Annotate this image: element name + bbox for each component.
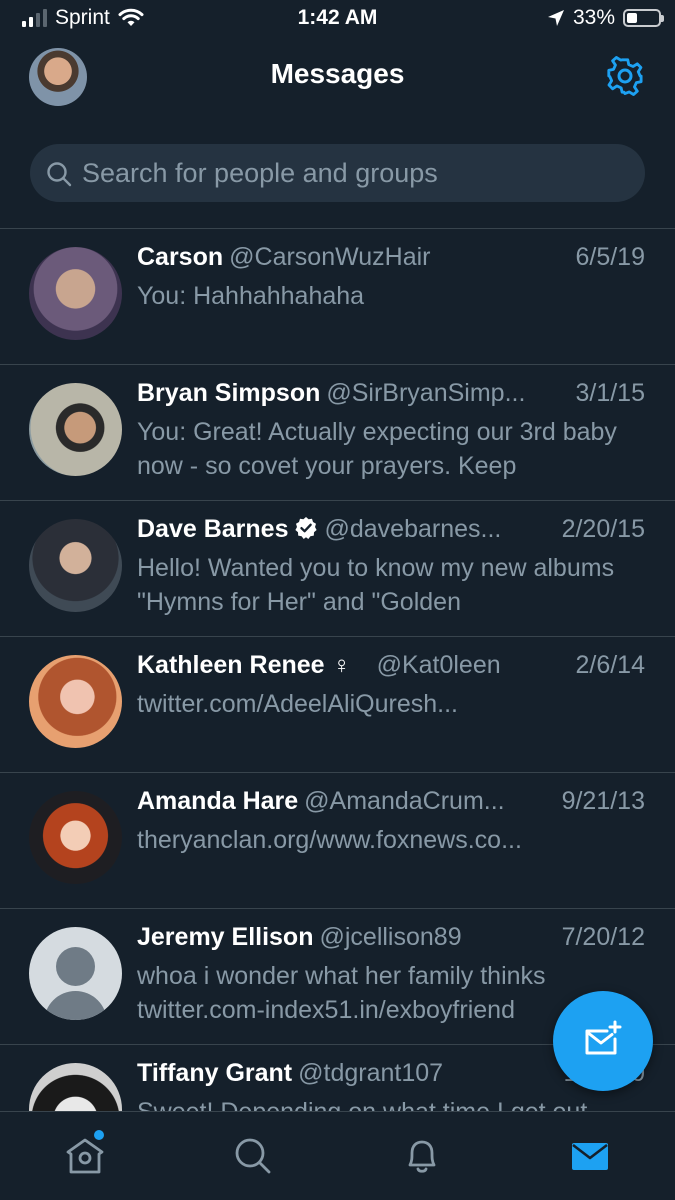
contact-handle: @SirBryanSimp...: [326, 379, 526, 407]
settings-button[interactable]: [605, 56, 645, 96]
conversation-row[interactable]: Bryan Simpson @SirBryanSimp... 3/1/15 You…: [0, 365, 675, 501]
search-input[interactable]: [82, 144, 622, 202]
contact-name: Dave Barnes: [137, 515, 289, 543]
message-date: 2/20/15: [551, 515, 645, 544]
envelope-icon: [572, 1143, 608, 1170]
tab-search[interactable]: [231, 1134, 275, 1178]
message-preview: Sweet! Depending on what time I get out: [137, 1095, 645, 1111]
header: Messages: [0, 40, 675, 120]
avatar[interactable]: [29, 655, 122, 748]
conversation-content: Kathleen Renee ♀ @Kat0leen 2/6/14 twitter.…: [137, 651, 645, 721]
conversation-list[interactable]: Carson @CarsonWuzHair 6/5/19 You: Hahhahh…: [0, 229, 675, 1111]
battery-icon: [623, 9, 664, 27]
default-avatar-head: [56, 947, 95, 986]
default-avatar[interactable]: [29, 927, 122, 1020]
conversation-row[interactable]: Kathleen Renee ♀ @Kat0leen 2/6/14 twitter.…: [0, 637, 675, 773]
new-message-icon: [585, 1020, 622, 1055]
conversation-row[interactable]: Amanda Hare @AmandaCrum... 9/21/13 therya…: [0, 773, 675, 909]
gear-icon: [607, 56, 643, 96]
conversation-content: Bryan Simpson @SirBryanSimp... 3/1/15 You…: [137, 379, 645, 483]
search-icon: [47, 162, 72, 187]
tab-notifications[interactable]: [400, 1134, 444, 1178]
avatar[interactable]: [29, 383, 122, 476]
home-icon: [66, 1138, 104, 1174]
new-content-dot: [94, 1130, 104, 1140]
contact-handle: @CarsonWuzHair: [229, 243, 431, 271]
conversation-header: Amanda Hare @AmandaCrum... 9/21/13: [137, 787, 645, 821]
status-bar: Sprint 1:42 AM 33%: [0, 0, 675, 40]
battery-fill: [627, 13, 637, 23]
contact-handle: @tdgrant107: [298, 1059, 444, 1087]
message-date: 9/21/13: [551, 787, 645, 816]
bell-icon: [408, 1140, 436, 1173]
contact-handle: @davebarnes...: [324, 515, 502, 543]
conversation-content: Carson @CarsonWuzHair 6/5/19 You: Hahhahh…: [137, 243, 645, 313]
messages-screen: Sprint 1:42 AM 33% Messages Search for p…: [0, 0, 675, 1200]
page-title: Messages: [270, 58, 405, 89]
message-preview: You: Great! Actually expecting our 3rd b…: [137, 418, 617, 480]
conversation-header: Jeremy Ellison @jcellison89 7/20/12: [137, 923, 645, 957]
contact-handle: @Kat0leen: [376, 651, 501, 679]
conversation-content: Amanda Hare @AmandaCrum... 9/21/13 therya…: [137, 787, 645, 857]
contact-name: Amanda Hare: [137, 787, 299, 815]
message-preview: twitter.com/AdeelAliQuresh...: [137, 690, 458, 718]
new-message-button[interactable]: [553, 991, 653, 1091]
contact-handle: @AmandaCrum...: [304, 787, 505, 815]
message-date: 6/5/19: [565, 243, 645, 272]
conversation-content: Dave Barnes @davebarnes... 2/20/15 Hello…: [137, 515, 645, 619]
tab-home[interactable]: [63, 1130, 107, 1178]
conversation-row[interactable]: Carson @CarsonWuzHair 6/5/19 You: Hahhahh…: [0, 229, 675, 365]
verified-badge-icon: [295, 517, 318, 539]
message-date: 3/1/15: [565, 379, 645, 408]
search-icon: [235, 1138, 271, 1174]
venus-symbol: ♀: [332, 652, 351, 679]
message-date: 7/20/12: [551, 923, 645, 952]
avatar[interactable]: [29, 791, 122, 884]
tab-messages[interactable]: [568, 1134, 612, 1178]
tab-bar: [0, 1111, 675, 1200]
conversation-header: Carson @CarsonWuzHair 6/5/19: [137, 243, 645, 277]
message-preview: Hello! Wanted you to know my new albums …: [137, 554, 615, 616]
message-date: 2/6/14: [565, 651, 645, 680]
location-arrow-icon: [547, 10, 564, 26]
battery-percent: 33%: [572, 6, 615, 29]
contact-handle: @jcellison89: [319, 923, 462, 951]
conversation-header: Bryan Simpson @SirBryanSimp... 3/1/15: [137, 379, 645, 413]
contact-name: Jeremy Ellison: [137, 923, 314, 951]
message-preview: theryanclan.org/www.foxnews.co...: [137, 826, 522, 854]
contact-name: Bryan Simpson: [137, 379, 321, 407]
conversation-header: Dave Barnes @davebarnes... 2/20/15: [137, 515, 645, 549]
contact-name: Kathleen Renee: [137, 651, 325, 679]
avatar[interactable]: [29, 247, 122, 340]
avatar[interactable]: [29, 1063, 122, 1111]
default-avatar-body: [44, 991, 107, 1020]
conversation-header: Kathleen Renee ♀ @Kat0leen 2/6/14: [137, 651, 645, 685]
contact-name: Tiffany Grant: [137, 1059, 293, 1087]
search-bar[interactable]: [30, 144, 645, 202]
message-preview: You: Hahhahhahaha: [137, 282, 365, 310]
avatar[interactable]: [29, 519, 122, 612]
contact-name: Carson: [137, 243, 224, 271]
status-right: 33%: [547, 6, 664, 30]
conversation-row[interactable]: Dave Barnes @davebarnes... 2/20/15 Hello…: [0, 501, 675, 637]
